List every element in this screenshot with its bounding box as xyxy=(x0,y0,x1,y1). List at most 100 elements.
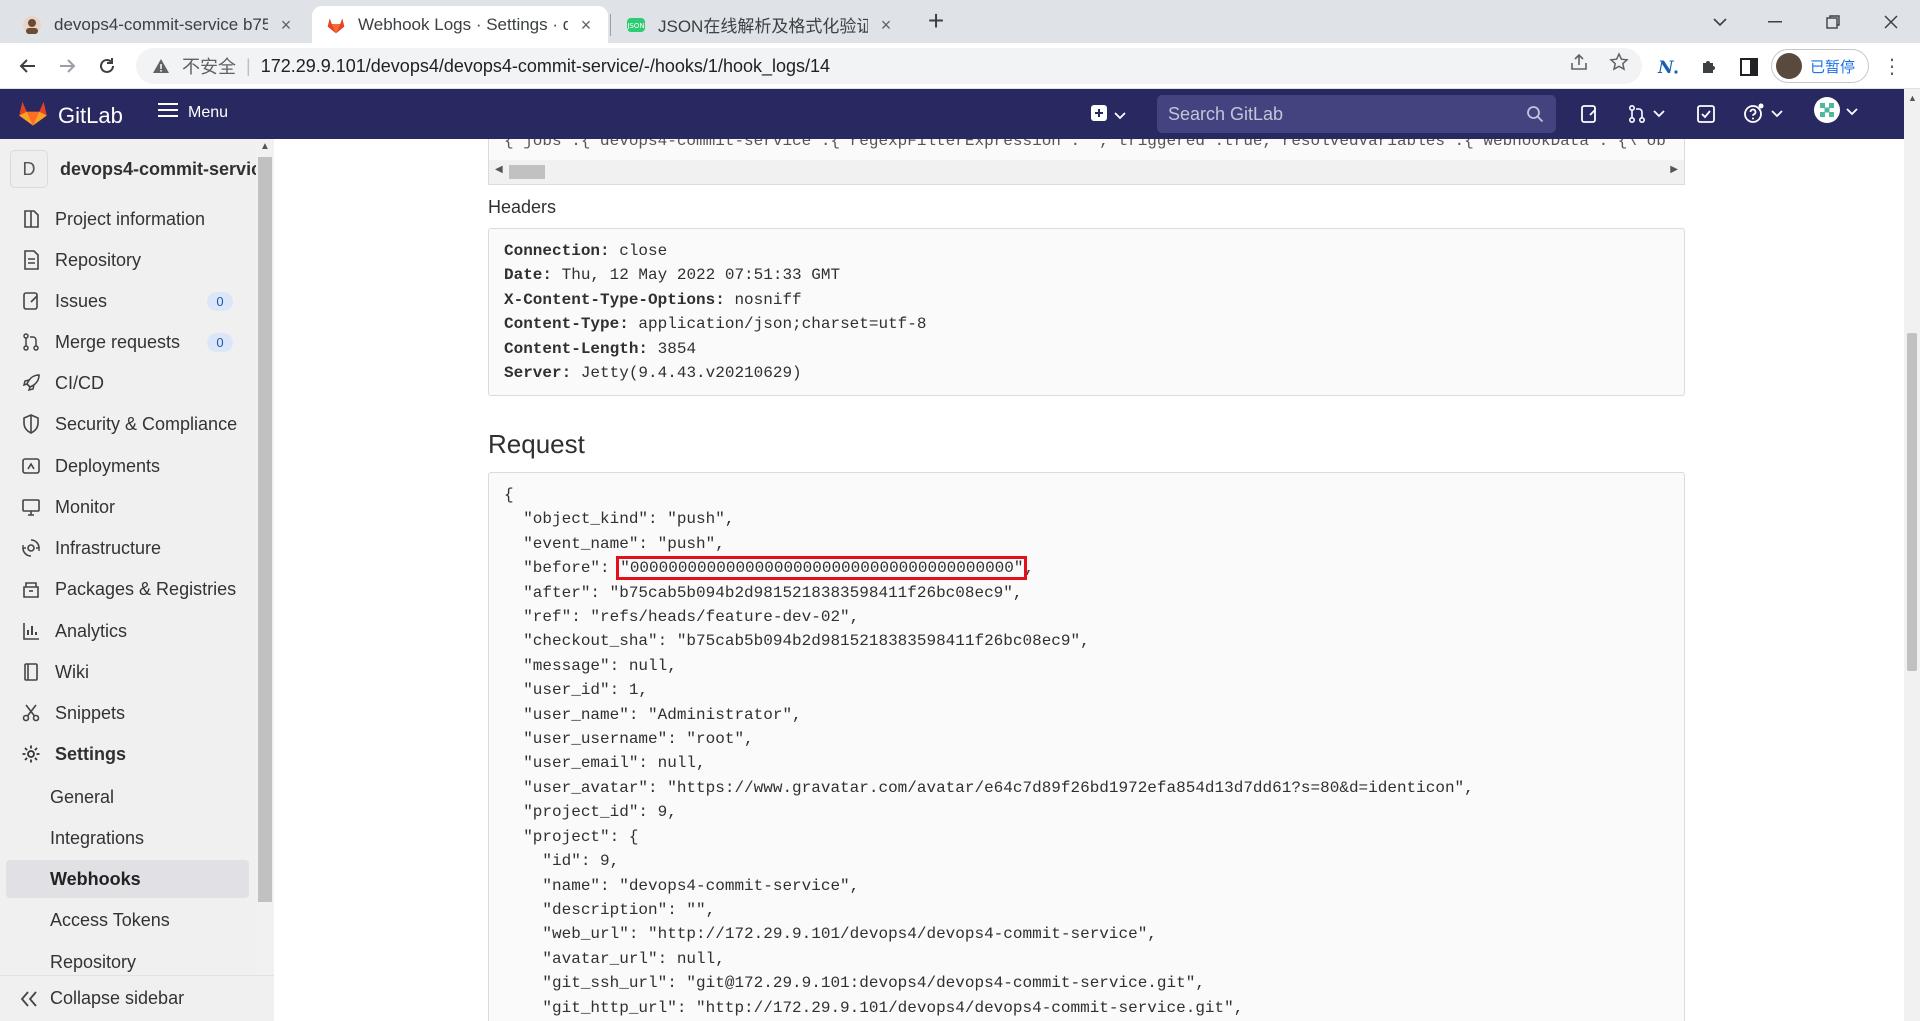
sidebar-project-link[interactable]: D devops4-commit-service xyxy=(10,148,256,190)
maximize-button[interactable] xyxy=(1810,0,1856,43)
settings-webhooks-link[interactable]: Webhooks xyxy=(6,860,249,898)
sidebar-item-deployments[interactable]: Deployments xyxy=(8,447,248,485)
scroll-left-icon[interactable]: ◀ xyxy=(495,164,503,175)
sidebar-item-repository[interactable]: Repository xyxy=(8,241,248,279)
response-body-text: {"jobs":{"devops4-commit-service":{"rege… xyxy=(504,139,1666,150)
user-menu-button[interactable] xyxy=(1814,96,1858,123)
page-scrollbar[interactable]: ▲ xyxy=(1904,89,1920,1021)
gitlab-wordmark: GitLab xyxy=(58,102,123,128)
package-icon xyxy=(19,577,43,601)
merge-icon xyxy=(19,330,43,354)
help-icon[interactable] xyxy=(1743,103,1783,125)
gitlab-icon xyxy=(326,15,346,35)
reload-button[interactable] xyxy=(91,50,123,82)
side-panel-icon[interactable] xyxy=(1737,55,1761,79)
sidebar-item-security-compliance[interactable]: Security & Compliance xyxy=(8,405,248,443)
extensions-puzzle-icon[interactable] xyxy=(1697,55,1721,79)
sidebar-item-project-information[interactable]: Project information xyxy=(8,200,248,238)
warning-icon[interactable] xyxy=(150,58,172,74)
json-line: "object_kind": "push", xyxy=(504,510,735,529)
issues-count-badge: 0 xyxy=(207,291,233,311)
json-line: "web_url": "http://172.29.9.101/devops4/… xyxy=(504,925,1157,944)
scroll-up-icon[interactable]: ▲ xyxy=(260,141,270,152)
sidebar-item-label: Settings xyxy=(55,743,127,764)
json-line: "git_http_url": "http://172.29.9.101/dev… xyxy=(504,998,1244,1017)
url-text[interactable]: 172.29.9.101/devops4/devops4-commit-serv… xyxy=(261,56,830,77)
json-line: { xyxy=(504,486,514,504)
request-heading: Request xyxy=(488,429,585,459)
address-bar[interactable]: 不安全 | 172.29.9.101/devops4/devops4-commi… xyxy=(136,48,1642,84)
minimize-button[interactable] xyxy=(1752,0,1798,43)
extension-n-icon[interactable]: N xyxy=(1656,55,1680,79)
close-icon[interactable]: × xyxy=(276,15,296,35)
gitlab-home-link[interactable]: GitLab xyxy=(18,99,123,132)
sidebar-item-label: Snippets xyxy=(55,702,126,723)
header-line: Connection: close xyxy=(504,242,668,260)
settings-general-link[interactable]: General xyxy=(6,778,249,816)
scrollbar-thumb[interactable] xyxy=(1907,333,1917,671)
tab-search-icon[interactable] xyxy=(1697,0,1743,43)
new-tab-button[interactable]: + xyxy=(921,6,951,36)
sidebar-item-merge-requests[interactable]: Merge requests 0 xyxy=(8,323,248,361)
bookmark-star-icon[interactable] xyxy=(1608,51,1630,73)
sidebar-item-settings[interactable]: Settings xyxy=(8,735,248,773)
header-line: X-Content-Type-Options: nosniff xyxy=(504,290,802,309)
browser-tab-json[interactable]: JSON JSON在线解析及格式化验证 - JS × xyxy=(612,6,908,43)
json-line: "event_name": "push", xyxy=(504,534,725,553)
book-icon xyxy=(19,660,43,684)
sidebar-item-infrastructure[interactable]: Infrastructure xyxy=(8,529,248,567)
sidebar-item-monitor[interactable]: Monitor xyxy=(8,488,248,526)
browser-tab-commit[interactable]: devops4-commit-service b75c × xyxy=(8,6,308,43)
scrollbar-thumb[interactable] xyxy=(258,157,272,902)
sidebar-item-label: Issues xyxy=(55,290,108,311)
back-button[interactable] xyxy=(12,50,44,82)
project-name: devops4-commit-service xyxy=(60,158,256,179)
scrollbar-thumb[interactable] xyxy=(509,165,545,179)
gear-icon xyxy=(19,742,43,766)
settings-access-tokens-link[interactable]: Access Tokens xyxy=(6,901,249,939)
scroll-up-icon[interactable]: ▲ xyxy=(1908,93,1917,103)
profile-button[interactable]: 已暂停 xyxy=(1771,49,1869,83)
browser-menu-icon[interactable]: ⋮ xyxy=(1882,57,1902,77)
issues-icon xyxy=(19,289,43,313)
header-line: Server: Jetty(9.4.43.v20210629) xyxy=(504,364,802,383)
chart-icon xyxy=(19,619,43,643)
monitor-icon xyxy=(19,495,43,519)
avatar-icon xyxy=(22,15,42,35)
close-window-button[interactable] xyxy=(1868,0,1914,43)
infra-icon xyxy=(19,536,43,560)
sidebar-item-analytics[interactable]: Analytics xyxy=(8,612,248,650)
sidebar-item-wiki[interactable]: Wiki xyxy=(8,653,248,691)
headers-heading: Headers xyxy=(488,197,557,217)
sidebar-item-ci-cd[interactable]: CI/CD xyxy=(8,364,248,402)
sidebar: D devops4-commit-service Project informa… xyxy=(0,139,274,1021)
shield-icon xyxy=(19,412,43,436)
sidebar-item-label: Deployments xyxy=(55,455,161,476)
header-line: Content-Length: 3854 xyxy=(504,339,697,358)
chevron-down-icon xyxy=(1846,103,1858,121)
menu-button[interactable]: Menu xyxy=(158,102,228,123)
issues-shortcut-icon[interactable] xyxy=(1579,103,1599,125)
sidebar-item-snippets[interactable]: Snippets xyxy=(8,694,248,732)
json-line: "user_id": 1, xyxy=(504,681,649,700)
sidebar-item-issues[interactable]: Issues 0 xyxy=(8,282,248,320)
close-icon[interactable]: × xyxy=(576,15,596,35)
merge-requests-shortcut-icon[interactable] xyxy=(1627,103,1665,125)
close-icon[interactable]: × xyxy=(876,15,896,35)
sidebar-item-label: Merge requests xyxy=(55,331,181,352)
collapse-sidebar-button[interactable]: Collapse sidebar xyxy=(0,975,274,1021)
scroll-right-icon[interactable]: ▶ xyxy=(1670,164,1678,175)
todos-icon[interactable] xyxy=(1696,103,1716,125)
sidebar-item-packages-registries[interactable]: Packages & Registries xyxy=(8,570,248,608)
main-content: {"jobs":{"devops4-commit-service":{"rege… xyxy=(274,139,1904,1021)
browser-tab-webhook-logs[interactable]: Webhook Logs · Settings · dev × xyxy=(312,6,608,43)
share-icon[interactable] xyxy=(1568,51,1590,73)
search-input[interactable]: Search GitLab xyxy=(1157,95,1556,133)
json-line: "user_username": "root", xyxy=(504,730,754,749)
horizontal-scrollbar[interactable]: ◀ ▶ xyxy=(489,160,1684,184)
search-icon xyxy=(1526,105,1544,123)
new-dropdown-button[interactable] xyxy=(1090,104,1126,127)
settings-integrations-link[interactable]: Integrations xyxy=(6,819,249,857)
forward-button[interactable] xyxy=(51,50,83,82)
sidebar-scrollbar[interactable]: ▲ xyxy=(256,139,274,975)
